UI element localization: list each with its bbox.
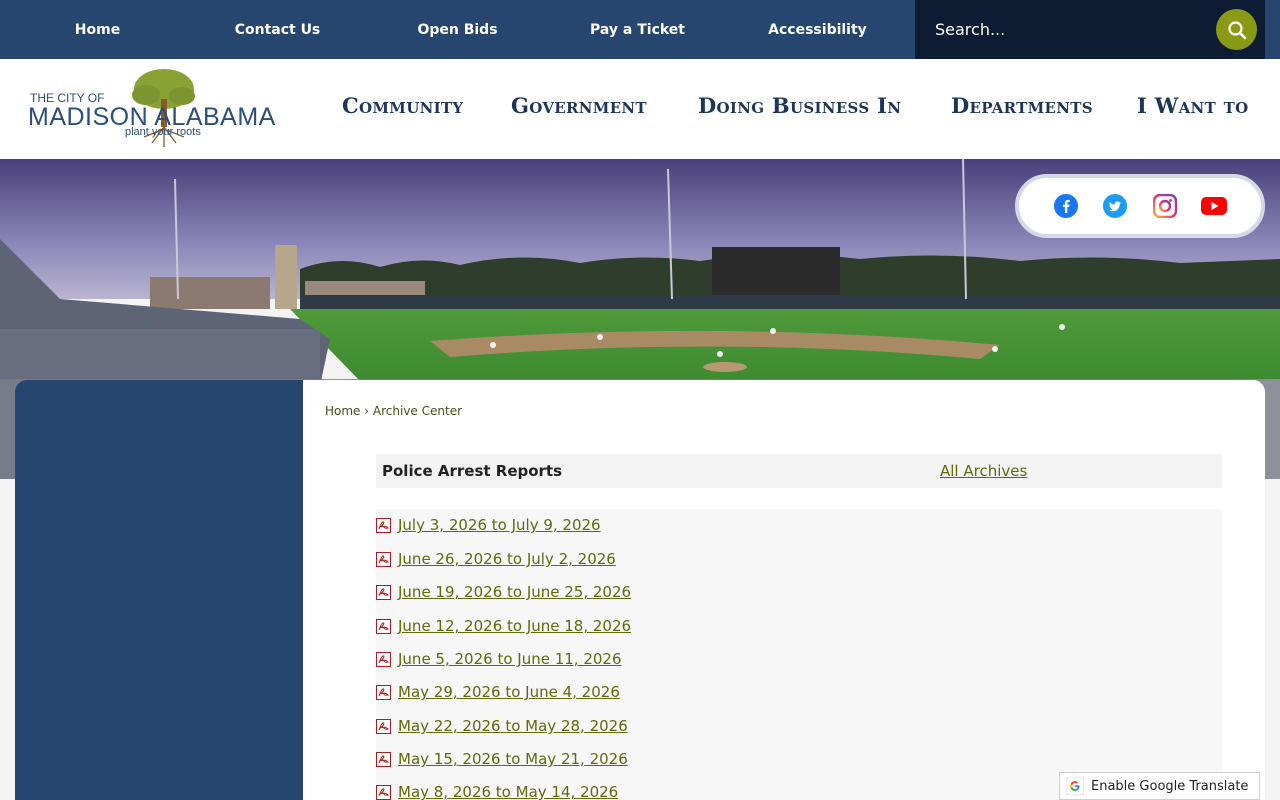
search-input[interactable] xyxy=(915,0,1205,59)
list-item: July 3, 2026 to July 9, 2026 xyxy=(376,514,601,536)
top-utility-bar: Home Contact Us Open Bids Pay a Ticket A… xyxy=(0,0,1280,59)
search-button[interactable] xyxy=(1216,9,1257,50)
youtube-icon[interactable] xyxy=(1201,193,1228,219)
social-media-links xyxy=(1015,174,1265,238)
top-nav: Home Contact Us Open Bids Pay a Ticket A… xyxy=(0,0,915,59)
main-content: Home › Archive Center Police Arrest Repo… xyxy=(303,380,1265,800)
archive-link[interactable]: June 26, 2026 to July 2, 2026 xyxy=(398,550,616,568)
logo-tagline: plant your roots xyxy=(125,126,201,138)
list-item: May 8, 2026 to May 14, 2026 xyxy=(376,781,618,800)
list-item: May 15, 2026 to May 21, 2026 xyxy=(376,748,628,770)
search-box xyxy=(915,0,1265,59)
archive-link[interactable]: June 5, 2026 to June 11, 2026 xyxy=(398,650,622,668)
breadcrumb-home[interactable]: Home xyxy=(325,404,360,418)
google-translate-label: Enable Google Translate xyxy=(1091,778,1249,794)
list-item: May 22, 2026 to May 28, 2026 xyxy=(376,715,628,737)
list-item: June 19, 2026 to June 25, 2026 xyxy=(376,581,631,603)
facebook-icon[interactable] xyxy=(1053,193,1079,219)
breadcrumb: Home › Archive Center xyxy=(325,404,462,418)
google-translate-icon xyxy=(1066,777,1084,795)
main-nav-departments[interactable]: Departments xyxy=(951,93,1093,118)
city-logo[interactable]: THE CITY OF MADISON ALABAMA plant your r… xyxy=(26,63,304,155)
pdf-icon xyxy=(376,551,391,567)
main-nav: Community Government Doing Business In D… xyxy=(330,59,1270,159)
google-translate-button[interactable]: Enable Google Translate xyxy=(1059,772,1260,800)
archive-list: July 3, 2026 to July 9, 2026 June 26, 20… xyxy=(376,509,1222,800)
all-archives-link[interactable]: All Archives xyxy=(940,462,1027,480)
left-sidebar xyxy=(15,380,303,800)
top-nav-home[interactable]: Home xyxy=(0,0,195,59)
pdf-icon xyxy=(376,517,391,533)
twitter-icon[interactable] xyxy=(1102,193,1128,219)
archive-header: Police Arrest Reports All Archives xyxy=(376,454,1222,488)
breadcrumb-separator: › xyxy=(364,404,370,418)
archive-link[interactable]: May 15, 2026 to May 21, 2026 xyxy=(398,750,628,768)
main-nav-government[interactable]: Government xyxy=(511,93,647,118)
list-item: June 12, 2026 to June 18, 2026 xyxy=(376,615,631,637)
top-nav-contact-us[interactable]: Contact Us xyxy=(195,0,360,59)
archive-title: Police Arrest Reports xyxy=(382,462,563,480)
list-item: June 5, 2026 to June 11, 2026 xyxy=(376,648,622,670)
archive-link[interactable]: July 3, 2026 to July 9, 2026 xyxy=(398,516,601,534)
pdf-icon xyxy=(376,718,391,734)
main-nav-doing-business-in[interactable]: Doing Business In xyxy=(698,93,901,118)
main-nav-i-want-to[interactable]: I Want to xyxy=(1137,93,1248,118)
archive-link[interactable]: June 19, 2026 to June 25, 2026 xyxy=(398,583,631,601)
top-nav-open-bids[interactable]: Open Bids xyxy=(360,0,555,59)
instagram-icon[interactable] xyxy=(1152,193,1178,219)
pdf-icon xyxy=(376,651,391,667)
list-item: May 29, 2026 to June 4, 2026 xyxy=(376,681,620,703)
pdf-icon xyxy=(376,618,391,634)
breadcrumb-current[interactable]: Archive Center xyxy=(373,404,462,418)
archive-link[interactable]: June 12, 2026 to June 18, 2026 xyxy=(398,617,631,635)
site-header: THE CITY OF MADISON ALABAMA plant your r… xyxy=(0,59,1280,159)
archive-link[interactable]: May 8, 2026 to May 14, 2026 xyxy=(398,783,618,800)
pdf-icon xyxy=(376,751,391,767)
pdf-icon xyxy=(376,584,391,600)
top-nav-accessibility[interactable]: Accessibility xyxy=(720,0,915,59)
search-icon xyxy=(1227,20,1246,39)
pdf-icon xyxy=(376,684,391,700)
top-nav-pay-a-ticket[interactable]: Pay a Ticket xyxy=(555,0,720,59)
archive-link[interactable]: May 22, 2026 to May 28, 2026 xyxy=(398,717,628,735)
main-nav-community[interactable]: Community xyxy=(342,93,463,118)
list-item: June 26, 2026 to July 2, 2026 xyxy=(376,548,616,570)
pdf-icon xyxy=(376,784,391,800)
archive-link[interactable]: May 29, 2026 to June 4, 2026 xyxy=(398,683,620,701)
